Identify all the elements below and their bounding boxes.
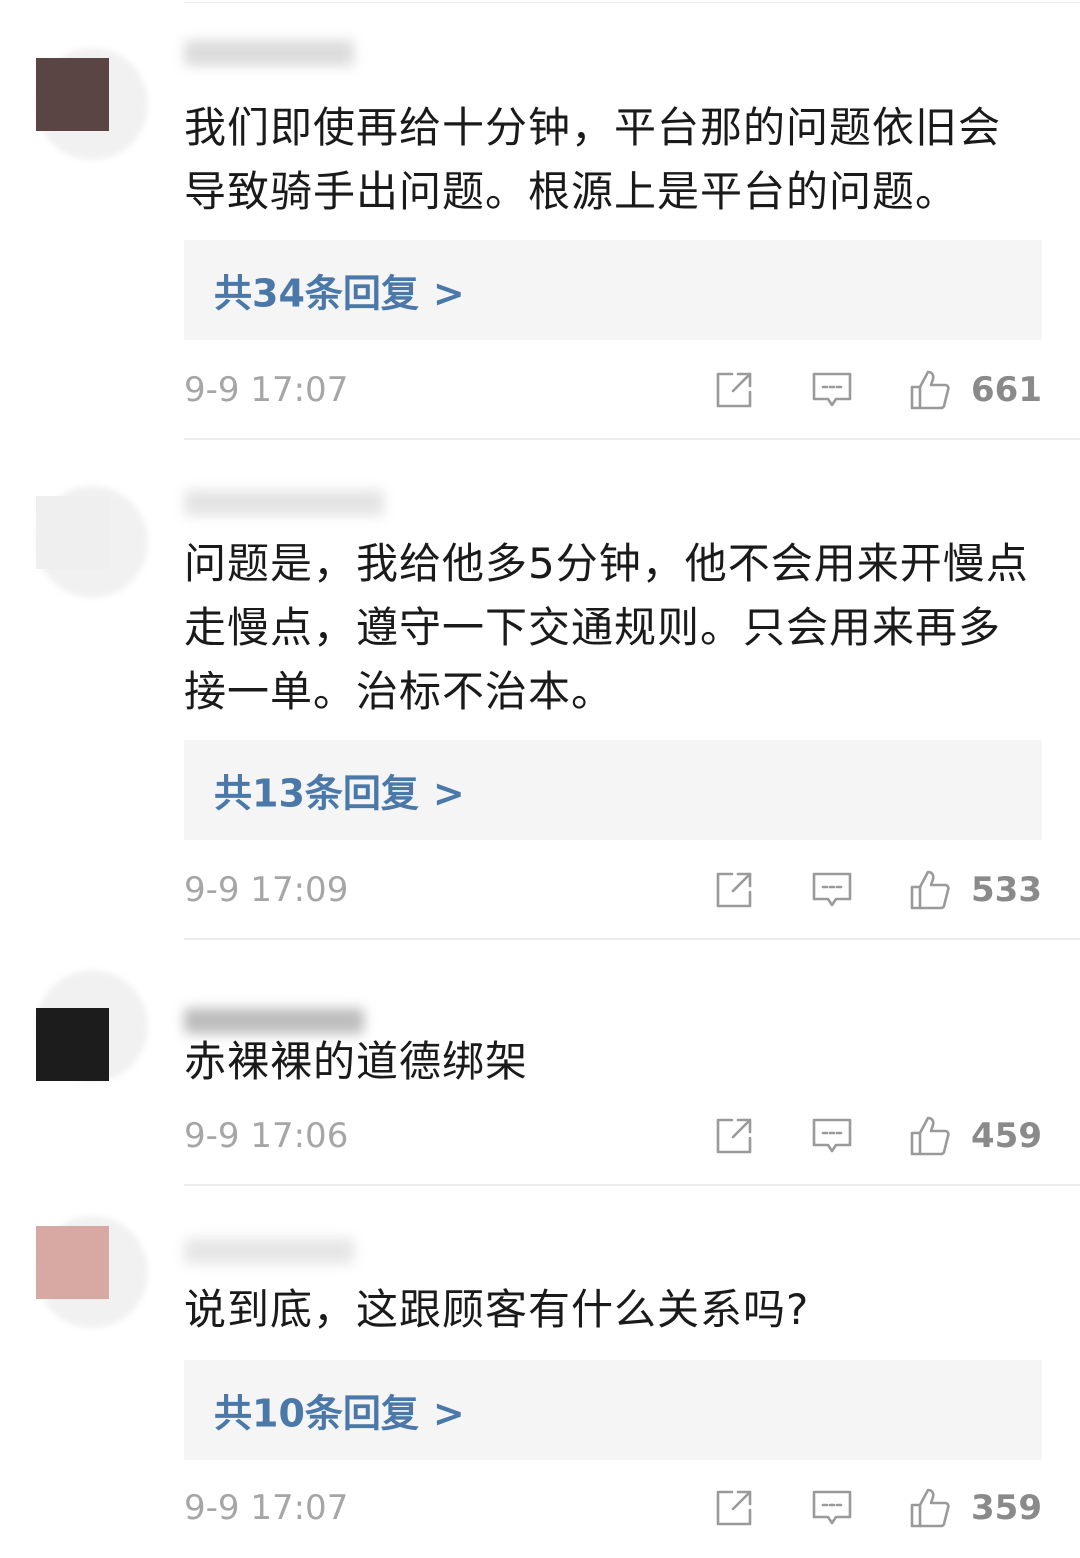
comment-text: 问题是，我给他多5分钟，他不会用来开慢点走慢点，遵守一下交通规则。只会用来再多接… (184, 539, 1029, 716)
username-blurred[interactable] (184, 1238, 354, 1264)
top-divider (184, 2, 1080, 3)
divider (184, 938, 1080, 940)
like-group[interactable]: 459 (909, 1115, 1042, 1157)
reply-count-label: 共13条回复 (214, 771, 419, 816)
share-icon[interactable] (713, 1115, 755, 1157)
timestamp: 9-9 17:09 (184, 870, 349, 910)
like-count: 459 (971, 1116, 1042, 1156)
action-bar: 661 (713, 360, 1042, 420)
reply-count-label: 共34条回复 (214, 271, 419, 316)
action-bar: 533 (713, 860, 1042, 920)
view-replies-link[interactable]: 共10条回复 > (214, 1383, 465, 1438)
timestamp: 9-9 17:07 (184, 370, 349, 410)
action-bar: 359 (713, 1478, 1042, 1538)
comment-text: 赤裸裸的道德绑架 (184, 1037, 529, 1086)
divider (184, 1184, 1080, 1186)
view-replies-link[interactable]: 共13条回复 > (214, 763, 465, 818)
avatar[interactable] (36, 58, 109, 131)
comment-meta: 9-9 17:09 533 (184, 860, 1042, 920)
share-icon[interactable] (713, 369, 755, 411)
thumbs-up-icon[interactable] (909, 369, 951, 411)
comment-icon[interactable] (811, 869, 853, 911)
reply-count-label: 共10条回复 (214, 1391, 419, 1436)
share-icon[interactable] (713, 1487, 755, 1529)
comment-meta: 9-9 17:06 459 (184, 1106, 1042, 1166)
like-count: 661 (971, 370, 1042, 410)
thumbs-up-icon[interactable] (909, 1115, 951, 1157)
avatar[interactable] (36, 1008, 109, 1081)
comment-icon[interactable] (811, 369, 853, 411)
reply-box[interactable]: 共13条回复 > (184, 740, 1042, 840)
comment-text: 我们即使再给十分钟，平台那的问题依旧会导致骑手出问题。根源上是平台的问题。 (184, 103, 1002, 216)
comment-meta: 9-9 17:07 359 (184, 1478, 1042, 1538)
like-count: 359 (971, 1488, 1042, 1528)
comment-icon[interactable] (811, 1487, 853, 1529)
avatar[interactable] (36, 496, 109, 569)
like-group[interactable]: 359 (909, 1487, 1042, 1529)
timestamp: 9-9 17:06 (184, 1116, 349, 1156)
timestamp: 9-9 17:07 (184, 1488, 349, 1528)
comment-icon[interactable] (811, 1115, 853, 1157)
avatar[interactable] (36, 1226, 109, 1299)
like-count: 533 (971, 870, 1042, 910)
chevron-right-icon: > (432, 1391, 465, 1436)
like-group[interactable]: 533 (909, 869, 1042, 911)
share-icon[interactable] (713, 869, 755, 911)
chevron-right-icon: > (432, 271, 465, 316)
reply-box[interactable]: 共34条回复 > (184, 240, 1042, 340)
view-replies-link[interactable]: 共34条回复 > (214, 263, 465, 318)
action-bar: 459 (713, 1106, 1042, 1166)
chevron-right-icon: > (432, 771, 465, 816)
thumbs-up-icon[interactable] (909, 869, 951, 911)
comment-text: 说到底，这跟顾客有什么关系吗? (184, 1285, 810, 1334)
username-blurred[interactable] (184, 40, 354, 66)
username-blurred[interactable] (184, 490, 384, 516)
thumbs-up-icon[interactable] (909, 1487, 951, 1529)
comment-meta: 9-9 17:07 661 (184, 360, 1042, 420)
divider (184, 438, 1080, 440)
reply-box[interactable]: 共10条回复 > (184, 1360, 1042, 1460)
like-group[interactable]: 661 (909, 369, 1042, 411)
